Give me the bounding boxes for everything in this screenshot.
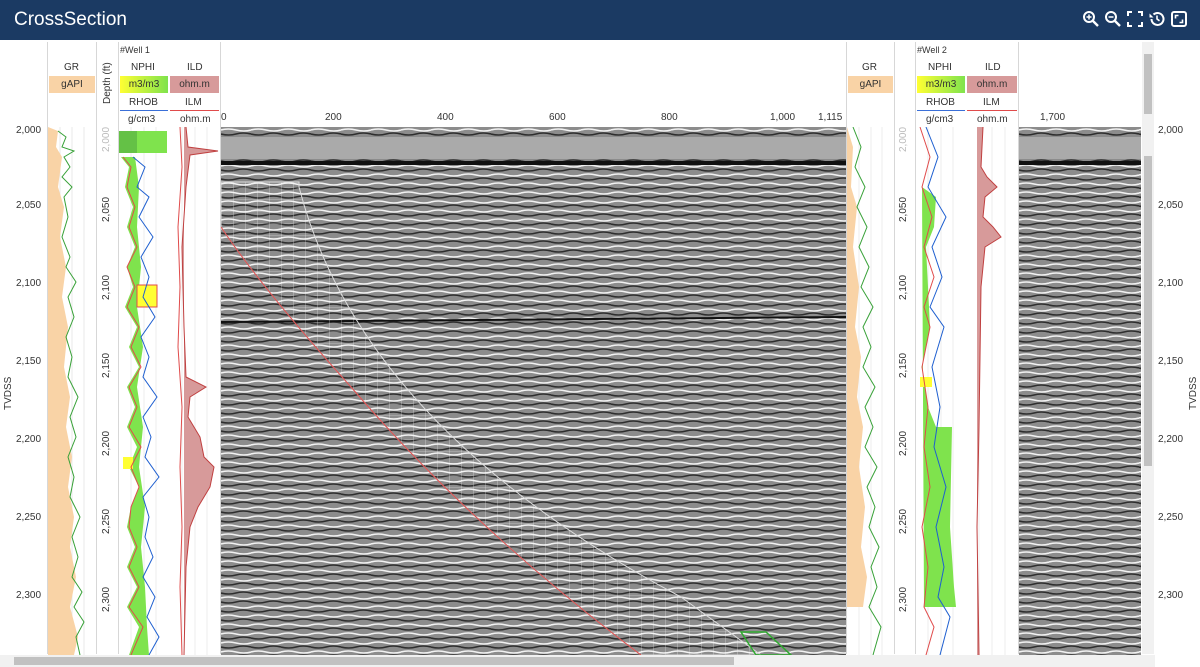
depth-label: 2,250 [1158,512,1184,523]
cross-section-app: CrossSection GR gAPI #Well 1 Depth (ft) … [0,0,1200,667]
seismic-section [221,127,846,655]
ilm-line-swatch [170,110,219,111]
well1-depth-tick: 2,000 [101,126,112,152]
gr-unit-swatch: gAPI [49,76,95,93]
fullscreen-icon[interactable] [1170,10,1188,28]
well1-ilm-title: ILM [185,97,202,108]
well2-title: #Well 2 [917,45,947,55]
well2-ilm-title: ILM [983,97,1000,108]
well2-depth-tick: 2,100 [898,274,909,300]
depth-label: 2,300 [1158,590,1184,601]
gr-track-title: GR [64,62,79,73]
zoom-in-icon[interactable] [1082,10,1100,28]
well2-rhob-title: RHOB [926,97,955,108]
well1-depth-tick: 2,150 [101,352,112,378]
well2-depth-tick: 2,300 [898,586,909,612]
well1-depth-tick: 2,250 [101,508,112,534]
well2-depth-tick: 2,250 [898,508,909,534]
well1-ild-title: ILD [187,62,203,73]
horizontal-scrollbar-thumb[interactable] [14,657,734,665]
well1-depth-tick: 2,300 [101,586,112,612]
depth-label: 2,000 [16,125,42,136]
tvdss-axis-label-right: TVDSS [1188,376,1199,410]
fit-to-screen-icon[interactable] [1126,10,1144,28]
well2-ilm-unit: ohm.m [977,114,1008,125]
ilm-line-swatch [967,110,1017,111]
horizontal-scrollbar[interactable] [0,655,1155,667]
distance-tick: 0 [221,112,227,123]
well2-nphi-title: NPHI [928,62,952,73]
depth-label: 2,100 [1158,278,1184,289]
vertical-scrollbar-thumb[interactable] [1144,156,1152,466]
well1-depth-tick: 2,100 [101,274,112,300]
distance-tick: 400 [437,112,454,123]
rhob-line-swatch [917,110,965,111]
well1-nphi-unit: m3/m3 [120,76,168,93]
well1-depth-label: Depth (ft) [102,62,113,104]
well2-depth-tick: 2,150 [898,352,909,378]
well2-nphi-unit: m3/m3 [917,76,965,93]
well1-ild-unit: ohm.m [170,76,219,93]
well2-gr-unit: gAPI [848,76,893,93]
well1-ilm-unit: ohm.m [180,114,211,125]
well2-depth-tick: 2,050 [898,196,909,222]
history-icon[interactable] [1148,10,1166,28]
well2-rhob-unit: g/cm3 [926,114,954,125]
depth-label: 2,300 [16,590,42,601]
well1-title: #Well 1 [120,45,150,55]
well1-rhob-unit: g/cm3 [128,114,156,125]
distance-tick: 200 [325,112,342,123]
well2-gr-title: GR [862,62,877,73]
distance-tick: 1,000 [770,112,796,123]
depth-label: 2,000 [1158,125,1184,136]
rhob-line-swatch [120,110,168,111]
depth-label: 2,150 [1158,356,1184,367]
vertical-scrollbar[interactable] [1142,42,1154,654]
track-separator [894,42,895,654]
distance-tick: 1,700 [1040,112,1066,123]
app-title: CrossSection [14,9,127,30]
depth-label: 2,250 [16,512,42,523]
well1-gr-log [48,127,85,655]
depth-label: 2,200 [16,434,42,445]
title-bar: CrossSection [0,0,1200,40]
distance-tick: 1,115 [818,112,843,123]
well1-depth-tick: 2,200 [101,430,112,456]
depth-label: 2,100 [16,278,42,289]
tvdss-axis-label-left: TVDSS [3,376,14,410]
well2-ild-title: ILD [985,62,1001,73]
zoom-out-icon[interactable] [1104,10,1122,28]
well1-nphi-title: NPHI [131,62,155,73]
depth-label: 2,150 [16,356,42,367]
well2-nphi-rhob-log [919,127,956,655]
well2-depth-tick: 2,200 [898,430,909,456]
well1-rhob-title: RHOB [129,97,158,108]
depth-label: 2,200 [1158,434,1184,445]
depth-label: 2,050 [16,200,42,211]
well2-depth-tick: 2,000 [898,126,909,152]
well1-ild-ilm-log [177,127,219,655]
vertical-scrollbar-thumb[interactable] [1144,54,1152,114]
depth-label: 2,050 [1158,200,1184,211]
distance-tick: 800 [661,112,678,123]
well2-gr-log [847,127,883,655]
well2-ild-unit: ohm.m [967,76,1017,93]
distance-tick: 600 [549,112,566,123]
track-separator [96,42,97,654]
well1-depth-tick: 2,050 [101,196,112,222]
well1-nphi-rhob-log [119,127,167,655]
well2-ild-ilm-log [976,127,1006,655]
seismic-section-right [1019,127,1141,655]
